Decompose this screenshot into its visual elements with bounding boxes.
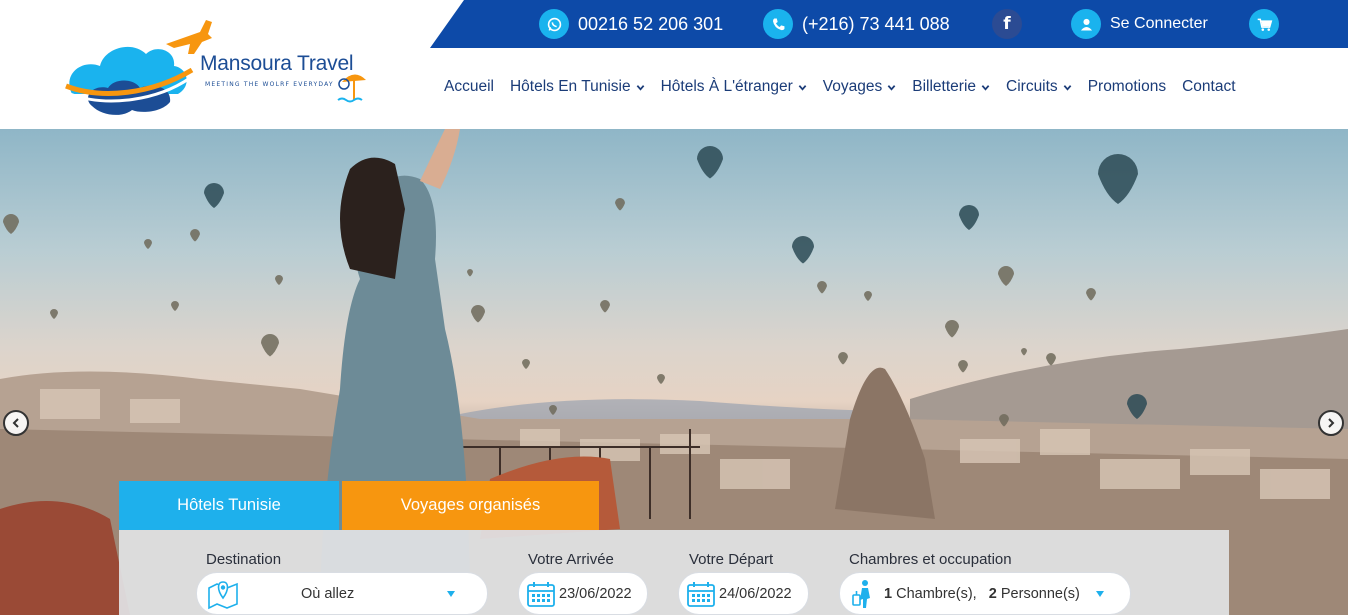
- arrival-date-field[interactable]: 23/06/2022: [518, 572, 648, 615]
- caret-down-icon: [447, 590, 456, 597]
- nav-item-label: Accueil: [444, 78, 494, 95]
- caret-down-icon: [1095, 590, 1104, 597]
- tab-voyages-organises[interactable]: Voyages organisés: [342, 481, 599, 530]
- logo[interactable]: Mansoura Travel MEETING THE WOLRF EVERYD…: [62, 14, 382, 124]
- destination-value: Où allez: [301, 585, 355, 602]
- facebook-link[interactable]: f: [992, 8, 1022, 40]
- slider-next-button[interactable]: [1318, 410, 1344, 436]
- departure-date-field[interactable]: 24/06/2022: [678, 572, 809, 615]
- nav-item-billetterie[interactable]: Billetterie: [912, 78, 990, 96]
- tab-hotels-tunisie[interactable]: Hôtels Tunisie: [119, 481, 339, 530]
- traveler-luggage-icon: [850, 578, 878, 610]
- login-label: Se Connecter: [1110, 15, 1208, 32]
- nav-item-contact[interactable]: Contact: [1182, 78, 1235, 96]
- user-icon: [1071, 9, 1101, 39]
- chevron-down-icon: [887, 84, 896, 91]
- login-link[interactable]: Se Connecter: [1071, 8, 1208, 40]
- arrival-date-value: 23/06/2022: [559, 585, 632, 602]
- nav-item-hôtels-à-l-étranger[interactable]: Hôtels À L'étranger: [661, 78, 807, 96]
- chevron-down-icon: [1063, 84, 1072, 91]
- logo-tagline: MEETING THE WOLRF EVERYDAY: [205, 81, 334, 88]
- whatsapp-number: 00216 52 206 301: [578, 13, 724, 34]
- nav-item-label: Promotions: [1087, 78, 1167, 95]
- nav-item-voyages[interactable]: Voyages: [823, 78, 896, 96]
- nav-item-hôtels-en-tunisie[interactable]: Hôtels En Tunisie: [510, 78, 645, 96]
- whatsapp-icon: [539, 9, 569, 39]
- occupancy-value: 1 Chambre(s), 2 Personne(s): [884, 586, 1080, 602]
- nav-item-label: Hôtels À L'étranger: [660, 78, 793, 95]
- slider-prev-button[interactable]: [3, 410, 29, 436]
- phone-contact[interactable]: (+216) 73 441 088: [763, 8, 950, 40]
- rooms-count: 1: [884, 585, 893, 602]
- persons-label: Personne(s): [1000, 585, 1080, 602]
- chevron-down-icon: [636, 84, 644, 91]
- nav-item-label: Hôtels En Tunisie: [509, 78, 631, 95]
- arrival-label: Votre Arrivée: [528, 551, 614, 568]
- calendar-icon: [686, 580, 716, 608]
- nav-item-circuits[interactable]: Circuits: [1006, 78, 1072, 96]
- nav-item-label: Voyages: [822, 78, 883, 95]
- main-nav: Accueil Hôtels En Tunisie Hôtels À L'étran…: [444, 78, 1252, 96]
- departure-date-value: 24/06/2022: [719, 585, 792, 602]
- chevron-down-icon: [798, 84, 807, 91]
- chevron-left-icon: [12, 418, 19, 428]
- nav-item-label: Contact: [1182, 78, 1236, 95]
- phone-icon: [763, 9, 793, 39]
- cart-button[interactable]: [1249, 8, 1279, 40]
- whatsapp-contact[interactable]: 00216 52 206 301: [539, 8, 723, 40]
- destination-select[interactable]: Où allez: [196, 572, 488, 615]
- destination-label: Destination: [206, 551, 282, 568]
- occupancy-select[interactable]: 1 Chambre(s), 2 Personne(s): [839, 572, 1131, 615]
- rooms-label: Chambre(s),: [896, 585, 977, 602]
- facebook-icon: f: [992, 9, 1022, 39]
- nav-item-accueil[interactable]: Accueil: [444, 78, 494, 96]
- departure-label: Votre Départ: [689, 551, 774, 568]
- cart-icon: [1249, 9, 1279, 39]
- logo-brand-text: Mansoura Travel: [200, 52, 354, 75]
- site-header: Mansoura Travel MEETING THE WOLRF EVERYD…: [0, 0, 1348, 129]
- nav-item-promotions[interactable]: Promotions: [1088, 78, 1166, 96]
- nav-item-label: Billetterie: [912, 78, 977, 95]
- calendar-icon: [526, 580, 556, 608]
- chevron-right-icon: [1328, 418, 1335, 428]
- map-pin-icon: [205, 578, 241, 610]
- phone-number: (+216) 73 441 088: [802, 13, 950, 34]
- persons-count: 2: [988, 585, 997, 602]
- chevron-down-icon: [981, 84, 990, 91]
- nav-item-label: Circuits: [1006, 78, 1058, 95]
- occupancy-label: Chambres et occupation: [849, 551, 1012, 568]
